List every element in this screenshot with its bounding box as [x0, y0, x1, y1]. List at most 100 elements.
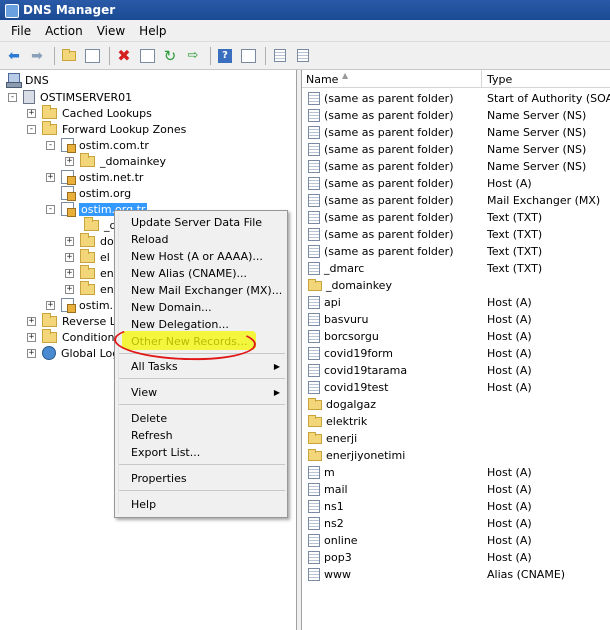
menu-item-reload[interactable]: Reload [131, 231, 286, 248]
menu-item-delete[interactable]: Delete [131, 410, 286, 427]
tree-node-reverse-lookup-zones[interactable]: + Reverse L [27, 312, 116, 329]
menu-file[interactable]: File [4, 24, 38, 38]
up-folder-icon[interactable] [59, 46, 79, 66]
menu-item-view[interactable]: View ▶ [131, 384, 286, 401]
list-item[interactable]: (same as parent folder) Name Server (NS) [302, 107, 610, 124]
tree-node-global-logs[interactable]: + Global Log [27, 345, 119, 361]
tree-node-child[interactable]: _d [84, 216, 116, 233]
expand-icon[interactable]: + [27, 332, 36, 342]
list-item[interactable]: (same as parent folder) Name Server (NS) [302, 141, 610, 158]
list-item[interactable]: covid19test Host (A) [302, 379, 610, 396]
column-header-name[interactable]: Name ▲ [302, 70, 482, 88]
refresh-icon[interactable]: ↻ [160, 46, 180, 66]
list-item[interactable]: pop3 Host (A) [302, 549, 610, 566]
record-icon [308, 296, 320, 309]
expand-icon[interactable]: + [27, 348, 36, 358]
menu-item-new-host[interactable]: New Host (A or AAAA)... [131, 248, 286, 265]
record-name-cell: pop3 [302, 551, 482, 564]
collapse-icon[interactable]: - [27, 124, 36, 134]
tree-node-dns[interactable]: DNS [6, 72, 49, 88]
list-item[interactable]: borcsorgu Host (A) [302, 328, 610, 345]
menu-item-all-tasks[interactable]: All Tasks ▶ [131, 358, 286, 375]
list-item[interactable]: www Alias (CNAME) [302, 566, 610, 583]
menu-item-help[interactable]: Help [131, 496, 286, 513]
column-header-type[interactable]: Type [482, 70, 610, 88]
console-icon[interactable] [238, 46, 258, 66]
list-item[interactable]: elektrik [302, 413, 610, 430]
menu-action[interactable]: Action [38, 24, 90, 38]
list-item[interactable]: (same as parent folder) Start of Authorit… [302, 90, 610, 107]
list-item[interactable]: enerjiyonetimi [302, 447, 610, 464]
menu-item-properties[interactable]: Properties [131, 470, 286, 487]
collapse-icon[interactable]: - [8, 92, 17, 102]
list-item[interactable]: covid19form Host (A) [302, 345, 610, 362]
list-item[interactable]: (same as parent folder) Mail Exchanger (M… [302, 192, 610, 209]
tree-node-child[interactable]: + en [65, 264, 114, 281]
expand-icon[interactable]: + [65, 236, 74, 246]
tree-node-forward-lookup-zones[interactable]: - Forward Lookup Zones [27, 120, 186, 137]
show-hide-tree-icon[interactable] [82, 46, 102, 66]
tree-node-child[interactable]: + el [65, 248, 110, 265]
menu-view[interactable]: View [90, 24, 132, 38]
tree-node-cached-lookups[interactable]: + Cached Lookups [27, 104, 152, 121]
tree-node-ostim-org[interactable]: ostim.org [46, 185, 131, 201]
expand-icon[interactable]: + [46, 300, 55, 310]
list-item[interactable]: enerji [302, 430, 610, 447]
expand-icon[interactable]: + [27, 316, 36, 326]
menu-item-new-mail-exchanger[interactable]: New Mail Exchanger (MX)... [131, 282, 286, 299]
back-icon[interactable]: ⬅ [4, 46, 24, 66]
tree-node-domainkey[interactable]: + _domainkey [65, 152, 166, 169]
list-item[interactable]: m Host (A) [302, 464, 610, 481]
expand-icon[interactable]: + [65, 268, 74, 278]
tree-node-child[interactable]: + do [65, 232, 114, 249]
list-item[interactable]: (same as parent folder) Host (A) [302, 175, 610, 192]
record-name-cell: ns2 [302, 517, 482, 530]
tree-node-zone[interactable]: + ostim. [46, 297, 113, 313]
expand-icon[interactable]: + [65, 156, 74, 166]
tree-node-ostim-net-tr[interactable]: + ostim.net.tr [46, 169, 143, 185]
tree-node-child[interactable]: + en [65, 280, 114, 297]
list-item[interactable]: _dmarc Text (TXT) [302, 260, 610, 277]
record-name: (same as parent folder) [324, 211, 454, 224]
list-item[interactable]: basvuru Host (A) [302, 311, 610, 328]
menu-item-update-server-data-file[interactable]: Update Server Data File [131, 214, 286, 231]
tree-node-conditional-forwarders[interactable]: + Conditiona [27, 328, 121, 345]
list-item[interactable]: ns1 Host (A) [302, 498, 610, 515]
list-item[interactable]: _domainkey [302, 277, 610, 294]
menu-item-label: View [131, 386, 158, 399]
record-type: Host (A) [487, 500, 532, 513]
list-item[interactable]: (same as parent folder) Text (TXT) [302, 226, 610, 243]
record-type: Host (A) [487, 517, 532, 530]
collapse-icon[interactable]: - [46, 204, 55, 214]
list-item[interactable]: api Host (A) [302, 294, 610, 311]
export-icon[interactable]: ⇨ [183, 46, 203, 66]
tree-node-ostim-com-tr[interactable]: - ostim.com.tr [46, 137, 149, 153]
list-item[interactable]: mail Host (A) [302, 481, 610, 498]
expand-icon[interactable]: + [27, 108, 36, 118]
help-icon[interactable]: ? [215, 46, 235, 66]
list-item[interactable]: (same as parent folder) Text (TXT) [302, 209, 610, 226]
list-item[interactable]: (same as parent folder) Name Server (NS) [302, 124, 610, 141]
list-icon[interactable] [293, 46, 313, 66]
list-item[interactable]: dogalgaz [302, 396, 610, 413]
list-item[interactable]: online Host (A) [302, 532, 610, 549]
list-item[interactable]: covid19tarama Host (A) [302, 362, 610, 379]
menu-help[interactable]: Help [132, 24, 173, 38]
menu-item-new-alias[interactable]: New Alias (CNAME)... [131, 265, 286, 282]
menu-item-export-list[interactable]: Export List... [131, 444, 286, 461]
record-icon[interactable] [270, 46, 290, 66]
expand-icon[interactable]: + [46, 172, 55, 182]
expand-icon[interactable]: + [65, 284, 74, 294]
list-item[interactable]: ns2 Host (A) [302, 515, 610, 532]
forward-icon[interactable]: ➡ [27, 46, 47, 66]
delete-icon[interactable]: ✖ [114, 46, 134, 66]
list-item[interactable]: (same as parent folder) Text (TXT) [302, 243, 610, 260]
properties-icon[interactable] [137, 46, 157, 66]
expand-icon[interactable]: + [65, 252, 74, 262]
collapse-icon[interactable]: - [46, 140, 55, 150]
tree-node-server[interactable]: - OSTIMSERVER01 [8, 89, 132, 105]
menu-item-new-domain[interactable]: New Domain... [131, 299, 286, 316]
record-name: _domainkey [326, 279, 392, 292]
menu-item-refresh[interactable]: Refresh [131, 427, 286, 444]
list-item[interactable]: (same as parent folder) Name Server (NS) [302, 158, 610, 175]
